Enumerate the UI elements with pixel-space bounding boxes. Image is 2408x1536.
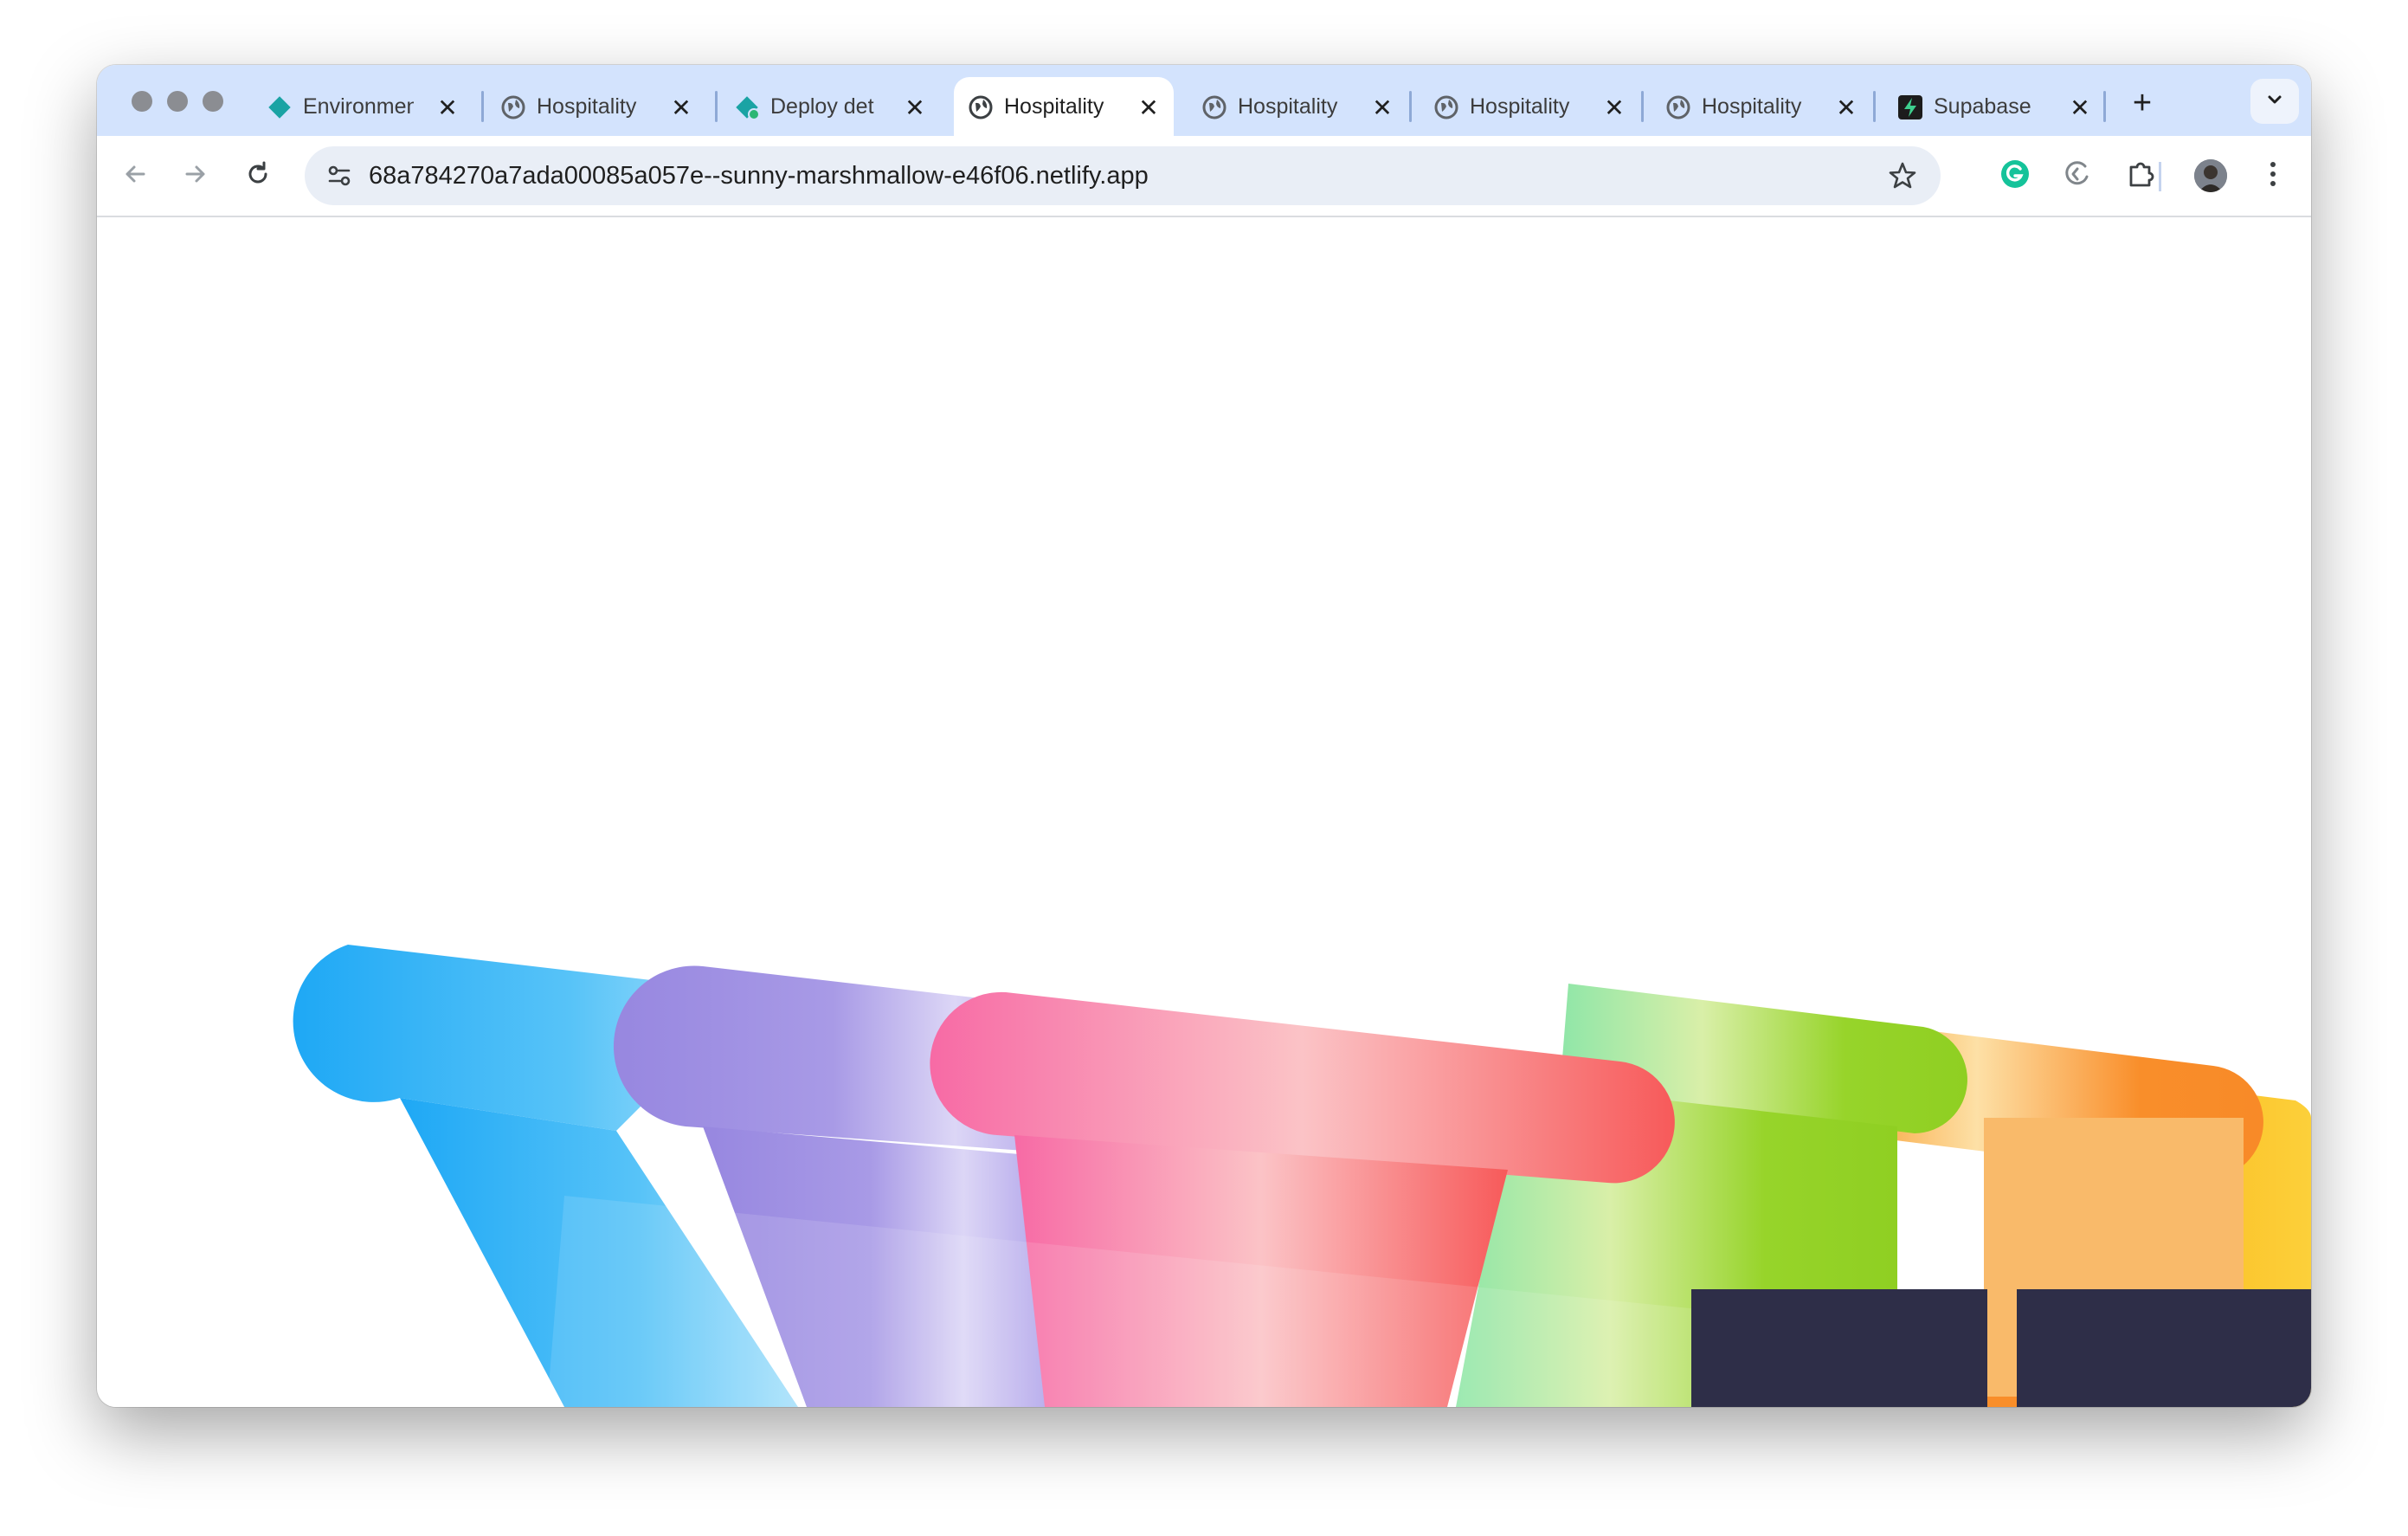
close-tab-icon[interactable]: ✕ — [435, 94, 460, 121]
site-settings-icon[interactable] — [320, 157, 358, 195]
globe-icon — [1201, 94, 1227, 120]
loom-extension-button[interactable] — [2053, 152, 2102, 200]
close-window-button[interactable] — [132, 91, 152, 112]
globe-icon — [1665, 94, 1691, 120]
tab-hospitality-5[interactable]: Hospitality ✕ — [1420, 77, 1636, 136]
tab-title: Hospitality — [1238, 94, 1338, 119]
zoom-window-button[interactable] — [203, 91, 223, 112]
browser-window: Environmen ✕ Hospitality ✕ Deploy det ✕ — [97, 65, 2311, 1407]
orange-strip — [1987, 1397, 2017, 1407]
more-vertical-icon — [2268, 158, 2278, 194]
address-bar[interactable]: 68a784270a7ada00085a057e--sunny-marshmal… — [305, 146, 1941, 205]
grammarly-extension-button[interactable] — [1991, 152, 2039, 200]
tab-hospitality-6[interactable]: Hospitality ✕ — [1651, 77, 1868, 136]
new-tab-button[interactable]: + — [2125, 86, 2160, 120]
window-controls — [132, 91, 223, 112]
close-tab-icon[interactable]: ✕ — [1601, 94, 1627, 121]
netlify-icon — [267, 94, 293, 120]
tab-hospitality-4[interactable]: Hospitality ✕ — [1188, 77, 1404, 136]
tab-environment[interactable]: Environmen ✕ — [253, 77, 469, 136]
tab-separator — [481, 91, 484, 122]
tab-title: Hospitality — [537, 94, 637, 119]
tab-deploy-details[interactable]: Deploy det ✕ — [720, 77, 937, 136]
close-tab-icon[interactable]: ✕ — [2067, 94, 2093, 121]
chevron-down-icon — [2265, 90, 2284, 113]
reload-icon — [244, 160, 272, 192]
tab-title: Hospitality — [1702, 94, 1802, 119]
tab-title: Deploy det — [770, 94, 874, 119]
globe-icon — [1433, 94, 1459, 120]
globe-icon — [968, 94, 994, 120]
avatar — [2194, 159, 2227, 192]
back-button[interactable] — [111, 152, 159, 200]
close-tab-icon[interactable]: ✕ — [902, 94, 928, 121]
browser-menu-button[interactable] — [2249, 152, 2297, 200]
tab-separator — [1409, 91, 1412, 122]
clock-arrow-icon — [2063, 159, 2092, 193]
tab-search-button[interactable] — [2250, 79, 2299, 124]
tab-separator — [1873, 91, 1876, 122]
tab-title: Supabase — [1934, 94, 2031, 119]
tab-title: Hospitality — [1470, 94, 1570, 119]
globe-icon — [500, 94, 526, 120]
tab-hospitality-1[interactable]: Hospitality ✕ — [486, 77, 703, 136]
dark-block-right — [2017, 1289, 2311, 1407]
profile-button[interactable] — [2186, 152, 2235, 200]
toolbar-separator — [2159, 162, 2161, 191]
grammarly-icon — [1999, 158, 2031, 194]
close-tab-icon[interactable]: ✕ — [1369, 94, 1395, 121]
tab-title: Environmen — [303, 94, 414, 119]
close-tab-icon[interactable]: ✕ — [668, 94, 694, 121]
close-tab-icon[interactable]: ✕ — [1833, 94, 1859, 121]
tab-separator — [2103, 91, 2106, 122]
browser-toolbar: 68a784270a7ada00085a057e--sunny-marshmal… — [97, 136, 2311, 217]
minimize-window-button[interactable] — [167, 91, 188, 112]
puzzle-icon — [2126, 158, 2157, 194]
tab-title: Hospitality — [1004, 94, 1104, 119]
tab-supabase[interactable]: Supabase ✕ — [1883, 77, 2109, 136]
close-tab-icon[interactable]: ✕ — [1136, 94, 1162, 121]
tab-separator — [1641, 91, 1644, 122]
bookmark-star-icon[interactable] — [1885, 158, 1920, 193]
reload-button[interactable] — [234, 152, 282, 200]
arrow-left-icon — [121, 160, 149, 192]
forward-button[interactable] — [171, 152, 220, 200]
url-text[interactable]: 68a784270a7ada00085a057e--sunny-marshmal… — [369, 146, 1149, 205]
netlify-deploy-icon — [734, 94, 760, 120]
arrow-right-icon — [182, 160, 209, 192]
hero-graphic — [293, 945, 2311, 1407]
tab-strip: Environmen ✕ Hospitality ✕ Deploy det ✕ — [97, 65, 2311, 136]
supabase-icon — [1897, 94, 1923, 120]
tab-separator — [715, 91, 718, 122]
tab-hospitality-active[interactable]: Hospitality ✕ — [954, 77, 1174, 136]
page-content — [97, 217, 2311, 1407]
dark-block-left — [1691, 1289, 1987, 1407]
